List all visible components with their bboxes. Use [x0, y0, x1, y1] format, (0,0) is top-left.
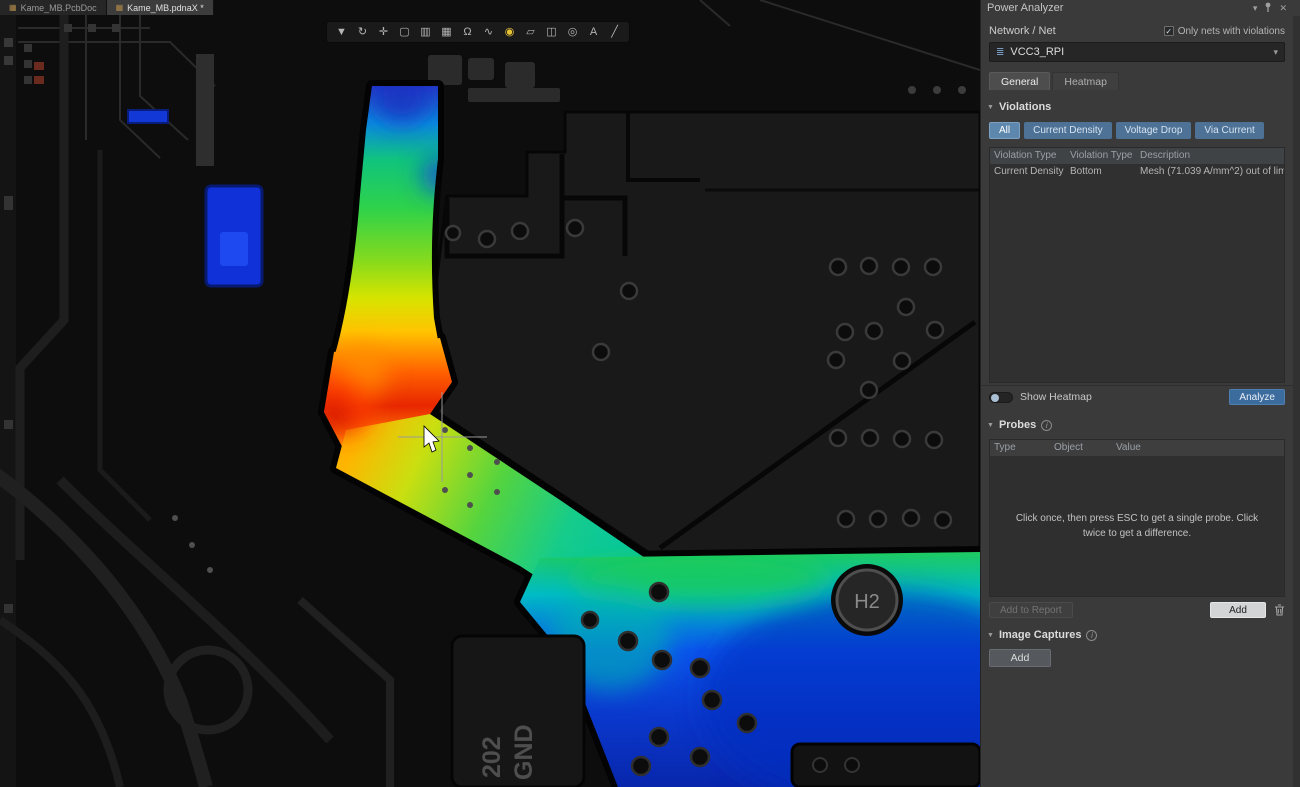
probes-empty-hint: Click once, then press ESC to get a sing… [1011, 511, 1263, 542]
heatmap-control-bar: Show Heatmap Analyze [981, 385, 1293, 408]
add-to-report-button[interactable]: Add to Report [989, 602, 1073, 618]
document-icon: ▦ [9, 3, 17, 12]
network-row: Network / Net ✓ Only nets with violation… [981, 25, 1293, 37]
component-silhouette: 202 GND [452, 636, 584, 787]
mounting-hole-h2: H2 [831, 564, 903, 636]
bottom-right-block [792, 744, 980, 787]
collapse-arrow-icon: ▼ [987, 632, 994, 639]
canvas-toolbar: ▼ ↻ ✛ ▢ ▥ ▦ Ω ∿ ◉ ▱ ◫ ◎ A ╱ [326, 21, 630, 43]
column-header[interactable]: Description [1136, 148, 1284, 164]
tab-pdnax[interactable]: ▦ Kame_MB.pdnaX * [107, 0, 214, 15]
probes-buttons-row: Add to Report Add [981, 597, 1293, 618]
move-icon[interactable]: ✛ [373, 23, 394, 41]
net-dropdown[interactable]: ≣ VCC3_RPI ▾ [989, 42, 1285, 62]
document-icon: ▦ [116, 3, 124, 12]
analyze-button[interactable]: Analyze [1229, 389, 1285, 405]
pcb-canvas[interactable]: 202 GND H2 [0, 0, 980, 787]
violations-table-body: Current Density Bottom Mesh (71.039 A/mm… [990, 164, 1284, 382]
filter-current-density-button[interactable]: Current Density [1024, 122, 1111, 139]
text-icon[interactable]: A [583, 23, 604, 41]
filter-all-button[interactable]: All [989, 122, 1020, 139]
probes-title: Probes [999, 419, 1036, 431]
silkscreen-202: 202 [478, 736, 506, 778]
net-icon: ≣ [996, 47, 1004, 58]
probes-table: Type Object Value Click once, then press… [989, 439, 1285, 597]
collapse-arrow-icon: ▼ [987, 104, 994, 111]
line-icon[interactable]: ╱ [604, 23, 625, 41]
chevron-down-icon[interactable]: ▾ [1253, 3, 1258, 14]
split-view-icon[interactable]: ◫ [541, 23, 562, 41]
tab-label: Kame_MB.PcbDoc [21, 3, 97, 13]
collapse-arrow-icon: ▼ [987, 422, 994, 429]
svg-text:H2: H2 [854, 591, 880, 613]
info-icon: i [1086, 630, 1097, 641]
panel-scrollbar[interactable] [1293, 16, 1300, 787]
application-window: 202 GND H2 ▦ [0, 0, 1300, 787]
violations-table: Violation Type Violation Type Descriptio… [989, 147, 1285, 383]
polygon-icon[interactable]: ▱ [520, 23, 541, 41]
violations-table-header: Violation Type Violation Type Descriptio… [990, 148, 1284, 164]
net-dropdown-value: VCC3_RPI [1010, 46, 1273, 58]
filter-icon[interactable]: ▼ [331, 23, 352, 41]
probes-table-body: Click once, then press ESC to get a sing… [990, 456, 1284, 596]
histogram-icon[interactable]: ▥ [415, 23, 436, 41]
column-header[interactable]: Type [990, 440, 1050, 456]
show-heatmap-label: Show Heatmap [1020, 391, 1229, 403]
violation-layer-cell: Bottom [1066, 164, 1136, 180]
impedance-icon[interactable]: Ω [457, 23, 478, 41]
chevron-down-icon: ▾ [1273, 47, 1278, 58]
power-analyzer-panel: Power Analyzer ▾ ✕ Network / Net ✓ Only … [980, 0, 1300, 787]
image-captures-title: Image Captures [999, 629, 1082, 641]
only-violations-checkbox[interactable]: ✓ [1164, 26, 1174, 36]
panel-tabs: General Heatmap [989, 72, 1293, 90]
probes-section-header[interactable]: ▼ Probes i [987, 419, 1293, 431]
add-probe-button[interactable]: Add [1210, 602, 1266, 618]
table-row[interactable]: Current Density Bottom Mesh (71.039 A/mm… [990, 164, 1284, 180]
show-heatmap-toggle[interactable] [989, 392, 1013, 403]
mesh-icon[interactable]: ▦ [436, 23, 457, 41]
document-tabs: ▦ Kame_MB.PcbDoc ▦ Kame_MB.pdnaX * [0, 0, 214, 15]
column-header[interactable]: Violation Type [1066, 148, 1136, 164]
violations-section-header[interactable]: ▼ Violations [987, 101, 1293, 113]
probes-table-header: Type Object Value [990, 440, 1284, 456]
violation-description-cell: Mesh (71.039 A/mm^2) out of limit [1136, 164, 1284, 180]
probe-icon[interactable]: ◉ [499, 23, 520, 41]
violation-filters: All Current Density Voltage Drop Via Cur… [981, 122, 1293, 139]
image-captures-section-header[interactable]: ▼ Image Captures i [987, 629, 1293, 641]
trash-icon[interactable] [1274, 604, 1285, 616]
target-icon[interactable]: ◎ [562, 23, 583, 41]
violations-title: Violations [999, 101, 1051, 113]
waveform-icon[interactable]: ∿ [478, 23, 499, 41]
add-capture-button[interactable]: Add [989, 649, 1051, 667]
column-header[interactable]: Value [1112, 440, 1284, 456]
tab-general[interactable]: General [989, 72, 1050, 90]
tab-heatmap[interactable]: Heatmap [1052, 72, 1119, 90]
tab-pcbdoc[interactable]: ▦ Kame_MB.PcbDoc [0, 0, 107, 15]
filter-via-current-button[interactable]: Via Current [1195, 122, 1263, 139]
snap-icon[interactable]: ↻ [352, 23, 373, 41]
panel-title-bar: Power Analyzer ▾ ✕ [981, 0, 1293, 16]
violation-type-cell: Current Density [990, 164, 1066, 180]
column-header[interactable]: Violation Type [990, 148, 1066, 164]
only-violations-label: Only nets with violations [1178, 26, 1285, 37]
panel-title: Power Analyzer [987, 2, 1063, 14]
pin-icon[interactable] [1264, 2, 1272, 14]
close-icon[interactable]: ✕ [1279, 3, 1287, 14]
network-label: Network / Net [989, 25, 1056, 37]
silkscreen-gnd: GND [510, 724, 538, 780]
filter-voltage-drop-button[interactable]: Voltage Drop [1116, 122, 1192, 139]
select-rect-icon[interactable]: ▢ [394, 23, 415, 41]
info-icon: i [1041, 420, 1052, 431]
tab-label: Kame_MB.pdnaX * [127, 3, 204, 13]
column-header[interactable]: Object [1050, 440, 1112, 456]
